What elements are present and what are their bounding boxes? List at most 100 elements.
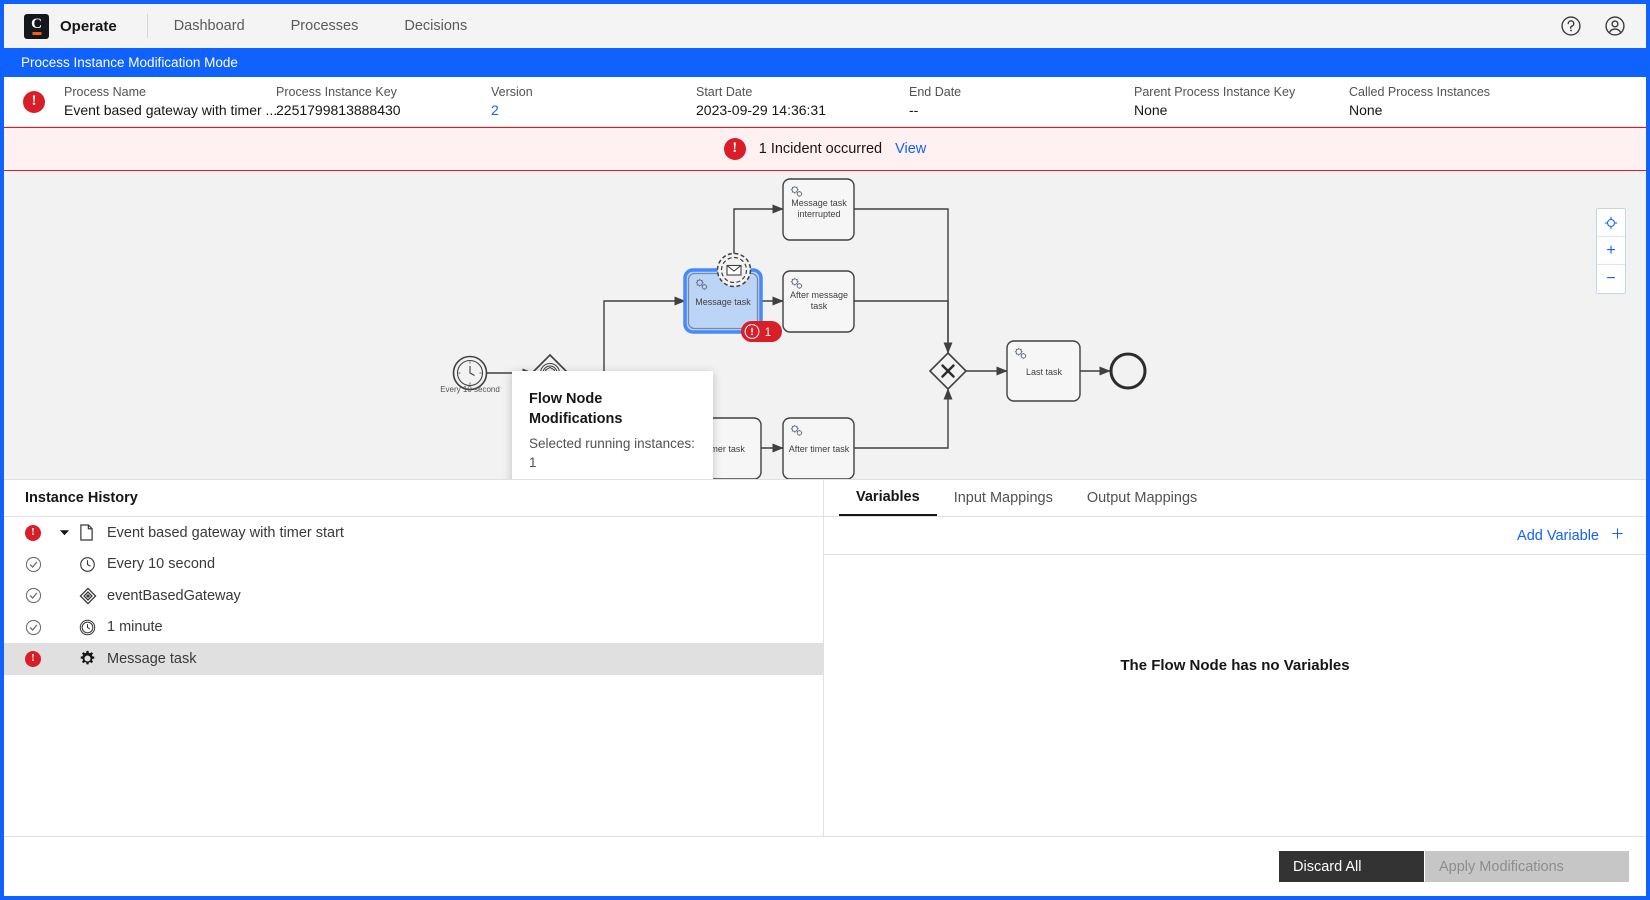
instance-history-panel: Instance History ! Event based gateway w… — [4, 480, 824, 871]
meta-start-date: Start Date 2023-09-29 14:36:31 — [696, 84, 909, 120]
variables-toolbar: Add Variable — [824, 517, 1646, 555]
apply-modifications-button[interactable]: Apply Modifications — [1425, 851, 1629, 882]
meta-label: Parent Process Instance Key — [1134, 84, 1296, 99]
nav-item-processes[interactable]: Processes — [291, 18, 359, 34]
meta-process-name: Process Name Event based gateway with ti… — [64, 84, 278, 120]
bpmn-node-timer-start-event: Every 10 second — [440, 355, 500, 394]
tree-row-every-10-second[interactable]: Every 10 second — [4, 549, 823, 581]
tree-row-label: Every 10 second — [107, 556, 216, 573]
row-state-incident-icon: ! — [25, 650, 59, 667]
row-state-completed-icon — [25, 556, 59, 573]
bpmn-diagram-canvas[interactable]: Every 10 second Message task 1 Message t… — [4, 171, 1646, 479]
variables-empty-state: The Flow Node has no Variables — [824, 555, 1646, 871]
main-nav: Dashboard Processes Decisions — [174, 18, 468, 34]
incident-banner-icon: ! — [723, 138, 746, 160]
zoom-out-button[interactable]: − — [1597, 265, 1625, 293]
meta-label: End Date — [909, 84, 962, 99]
meta-value: 2251799813888430 — [276, 101, 401, 118]
tree-row-1-minute[interactable]: 1 minute — [4, 612, 823, 644]
diagram-zoom-controls: + − — [1596, 208, 1626, 294]
plus-icon — [1610, 526, 1625, 545]
incident-banner: ! 1 Incident occurred View — [4, 127, 1646, 171]
incident-error-icon: ! — [23, 91, 45, 113]
meta-label: Process Instance Key — [276, 84, 397, 99]
meta-label: Version — [491, 84, 533, 99]
timer-double-icon — [79, 619, 107, 636]
svg-text:Every 10 second: Every 10 second — [440, 385, 500, 394]
bpmn-node-end-event — [1109, 352, 1147, 390]
operate-app-window: C Operate Dashboard Processes Decisions — [0, 0, 1650, 900]
timer-icon — [79, 556, 107, 573]
header-divider — [146, 14, 148, 38]
meta-label: Process Name — [64, 84, 146, 99]
discard-all-button[interactable]: Discard All — [1279, 851, 1424, 882]
row-state-incident-icon: ! — [25, 524, 59, 541]
logo-accent-bar — [32, 31, 41, 35]
version-link[interactable]: 2 — [491, 101, 696, 120]
meta-value: 2023-09-29 14:36:31 — [696, 101, 826, 118]
meta-version: Version 2 — [491, 84, 696, 120]
instance-meta-columns: Process Name Event based gateway with ti… — [4, 84, 1646, 120]
modification-mode-banner: Process Instance Modification Mode — [4, 48, 1646, 77]
add-variable-label: Add Variable — [1517, 527, 1599, 544]
modification-mode-title: Process Instance Modification Mode — [21, 55, 238, 70]
svg-text:Message task: Message task — [791, 198, 847, 208]
tree-row-event-based-gateway[interactable]: eventBasedGateway — [4, 580, 823, 612]
meta-label: Called Process Instances — [1349, 84, 1491, 99]
tree-row-label: Message task — [107, 650, 197, 667]
meta-label: Start Date — [696, 84, 753, 99]
svg-text:After message: After message — [790, 290, 848, 300]
tab-variables[interactable]: Variables — [839, 480, 937, 516]
incident-view-link[interactable]: View — [895, 141, 926, 157]
gear-icon — [79, 650, 107, 667]
brand-logo[interactable]: C Operate — [24, 13, 117, 39]
zoom-in-button[interactable]: + — [1597, 237, 1625, 265]
meta-parent-process-instance-key: Parent Process Instance Key None — [1134, 84, 1349, 120]
bpmn-node-after-timer-task: After timer task — [782, 417, 855, 479]
svg-text:task: task — [811, 301, 828, 311]
nav-item-dashboard[interactable]: Dashboard — [174, 18, 245, 34]
nav-item-decisions[interactable]: Decisions — [404, 18, 467, 34]
tab-output-mappings[interactable]: Output Mappings — [1070, 480, 1214, 516]
row-state-completed-icon — [25, 619, 59, 636]
svg-text:Message task: Message task — [695, 297, 751, 307]
user-avatar-icon[interactable] — [1604, 15, 1626, 37]
reset-zoom-button[interactable] — [1597, 209, 1625, 237]
bottom-split-panels: Instance History ! Event based gateway w… — [4, 479, 1646, 871]
bpmn-node-message-task-interrupted: Message task interrupted — [782, 178, 855, 241]
help-icon[interactable] — [1560, 15, 1582, 37]
meta-value: None — [1349, 101, 1383, 118]
tab-input-mappings[interactable]: Input Mappings — [937, 480, 1070, 516]
bpmn-node-boundary-message-event — [716, 252, 752, 288]
meta-value: Event based gateway with timer ... — [64, 101, 278, 118]
tree-row-label: eventBasedGateway — [107, 587, 241, 604]
meta-end-date: End Date -- — [909, 84, 1134, 120]
meta-value: -- — [909, 101, 919, 118]
svg-text:After timer task: After timer task — [789, 444, 850, 454]
instance-history-tree: ! Event based gateway with timer start E… — [4, 517, 823, 675]
variables-panel: Variables Input Mappings Output Mappings… — [824, 480, 1646, 871]
popup-subtitle: Selected running instances: 1 — [529, 436, 695, 470]
incident-message: 1 Incident occurred — [758, 141, 883, 157]
variables-empty-message: The Flow Node has no Variables — [1120, 657, 1350, 674]
header-actions — [1560, 4, 1626, 48]
variables-tabs: Variables Input Mappings Output Mappings — [824, 480, 1646, 517]
row-state-completed-icon — [25, 587, 59, 604]
modification-footer: Discard All Apply Modifications — [4, 836, 1646, 896]
bpmn-diagram-svg: Every 10 second Message task 1 Message t… — [440, 178, 1147, 479]
instance-header: ! Process Name Event based gateway with … — [4, 77, 1646, 127]
logo-letter: C — [31, 16, 42, 32]
svg-text:interrupted: interrupted — [797, 209, 840, 219]
add-variable-button[interactable]: Add Variable — [1517, 526, 1625, 545]
camunda-logo-icon: C — [24, 13, 49, 39]
bpmn-incident-badge: 1 — [741, 321, 782, 342]
tree-row-message-task[interactable]: ! Message task — [4, 643, 823, 675]
meta-called-process-instances: Called Process Instances None — [1349, 84, 1490, 120]
expand-caret-icon[interactable] — [59, 527, 79, 538]
app-header: C Operate Dashboard Processes Decisions — [4, 4, 1646, 48]
flow-node-modifications-popup: Flow Node Modifications Selected running… — [512, 371, 713, 479]
svg-text:1: 1 — [765, 327, 771, 339]
tree-row-process[interactable]: ! Event based gateway with timer start — [4, 517, 823, 549]
tree-row-label: 1 minute — [107, 619, 163, 636]
bpmn-node-after-message-task: After message task — [782, 270, 855, 333]
